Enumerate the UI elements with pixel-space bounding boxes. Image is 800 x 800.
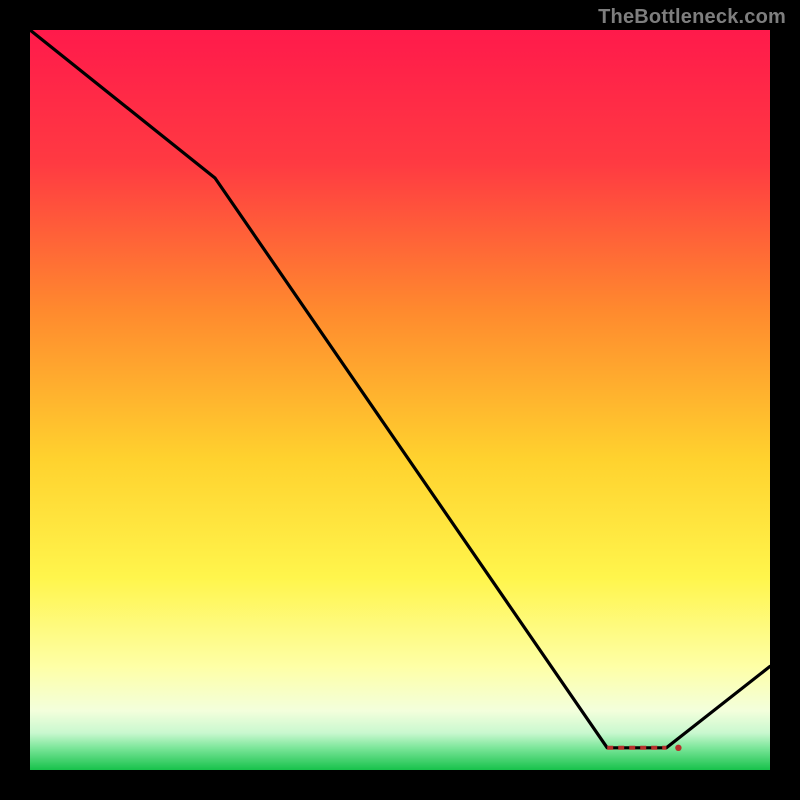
chart-stage: TheBottleneck.com: [0, 0, 800, 800]
plot-area: [30, 30, 770, 770]
chart-line-layer: [30, 30, 770, 770]
plateau-end-dot: [675, 745, 681, 751]
data-line: [30, 30, 770, 748]
watermark-text: TheBottleneck.com: [598, 6, 786, 29]
